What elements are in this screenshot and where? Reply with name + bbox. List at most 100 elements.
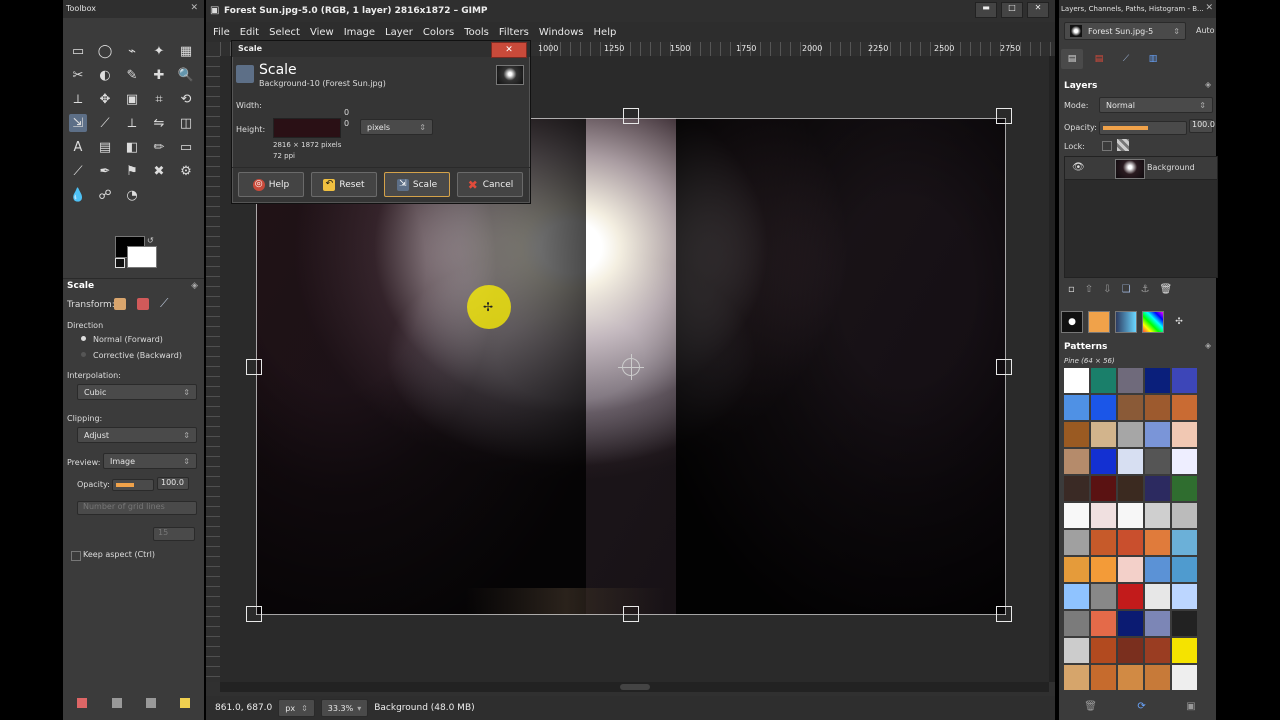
transform-handle-bottom-left[interactable] [246,606,262,622]
eraser-tool[interactable]: ▭ [177,138,195,156]
pattern-swatch[interactable] [1172,476,1197,501]
delete-options-icon[interactable] [146,698,156,708]
pattern-swatch[interactable] [1172,368,1197,393]
menu-image[interactable]: Image [344,27,375,38]
save-options-icon[interactable] [77,698,87,708]
palettes-tab-icon[interactable] [1142,311,1164,333]
pattern-swatch[interactable] [1091,503,1116,528]
duplicate-layer-icon[interactable]: ❏ [1122,284,1131,295]
visibility-eye-icon[interactable]: 👁 [1072,162,1085,173]
pattern-refresh-icon[interactable]: ⟳ [1137,701,1145,712]
pattern-swatch[interactable] [1118,638,1143,663]
preview-select[interactable]: Image ⇕ [103,453,197,469]
swap-colors-icon[interactable]: ↺ [147,236,154,245]
bucket-fill-tool[interactable]: ▤ [96,138,114,156]
foreground-select-tool[interactable]: ◐ [96,66,114,84]
transform-path-icon[interactable]: ⟋ [160,296,168,311]
rotate-tool[interactable]: ⟲ [177,90,195,108]
transform-selection-icon[interactable] [137,298,149,310]
minimize-button[interactable]: ▬ [975,2,997,18]
width-value[interactable]: 0 [344,108,349,117]
pattern-open-icon[interactable]: ▣ [1186,701,1195,712]
pattern-swatch[interactable] [1118,665,1143,690]
transform-handle-right[interactable] [996,359,1012,375]
clone-tool[interactable]: ⚑ [123,162,141,180]
auto-label[interactable]: Auto [1196,26,1215,35]
layers-tab-icon[interactable]: ▤ [1061,49,1083,69]
tool-options-menu-icon[interactable]: ◈ [191,281,198,291]
clipping-select[interactable]: Adjust ⇕ [77,427,197,443]
pattern-swatch[interactable] [1118,557,1143,582]
zoom-select[interactable]: 33.3% ▾ [320,699,369,717]
dialog-close-button[interactable]: ✕ [491,42,527,58]
rect-select-tool[interactable]: ▭ [69,42,87,60]
pattern-swatch[interactable] [1091,422,1116,447]
pattern-swatch[interactable] [1145,665,1170,690]
pattern-swatch[interactable] [1064,449,1089,474]
reset-options-icon[interactable] [180,698,190,708]
paths-tab-icon[interactable]: ⟋ [1115,49,1137,69]
pattern-swatch[interactable] [1118,503,1143,528]
transform-handle-bottom[interactable] [623,606,639,622]
pattern-swatch[interactable] [1145,422,1170,447]
keep-aspect-checkbox[interactable] [71,551,81,561]
delete-layer-icon[interactable]: 🗑 [1160,284,1173,295]
pattern-swatch[interactable] [1145,395,1170,420]
pattern-swatch[interactable] [1145,611,1170,636]
new-layer-icon[interactable]: ▫ [1068,284,1075,295]
transform-layer-icon[interactable] [114,298,126,310]
scroll-thumb[interactable] [620,684,650,690]
crop-tool[interactable]: ⌗ [150,90,168,108]
pattern-swatch[interactable] [1118,611,1143,636]
reset-button[interactable]: ↶ Reset [311,172,377,197]
menu-file[interactable]: File [213,27,230,38]
pattern-swatch[interactable] [1118,395,1143,420]
move-tool[interactable]: ✥ [96,90,114,108]
pattern-swatch[interactable] [1064,395,1089,420]
pattern-swatch[interactable] [1172,611,1197,636]
panel-menu-icon[interactable]: ◈ [1205,341,1211,350]
pattern-swatch[interactable] [1091,395,1116,420]
pattern-swatch[interactable] [1172,584,1197,609]
background-color[interactable] [127,246,157,268]
histogram-tab-icon[interactable]: ▥ [1142,49,1164,69]
transform-handle-top[interactable] [623,108,639,124]
layer-opacity-slider[interactable] [1099,121,1187,135]
pattern-swatch[interactable] [1064,530,1089,555]
canvas-scroll-horizontal[interactable] [220,682,1049,692]
opacity-slider[interactable] [112,479,154,491]
scale-button[interactable]: ⇲ Scale [384,172,450,197]
zoom-tool[interactable]: 🔍 [177,66,195,84]
ink-tool[interactable]: ✒ [96,162,114,180]
menu-edit[interactable]: Edit [240,27,259,38]
fuzzy-select-tool[interactable]: ✦ [150,42,168,60]
maximize-button[interactable]: □ [1001,2,1023,18]
pattern-swatch[interactable] [1145,476,1170,501]
pattern-swatch[interactable] [1091,449,1116,474]
text-tool[interactable]: A [69,138,87,156]
pattern-swatch[interactable] [1172,395,1197,420]
pattern-swatch[interactable] [1172,530,1197,555]
normal-radio[interactable] [81,336,86,341]
close-icon[interactable]: ✕ [190,3,198,13]
interpolation-select[interactable]: Cubic ⇕ [77,384,197,400]
menu-help[interactable]: Help [594,27,617,38]
pattern-swatch[interactable] [1172,422,1197,447]
fg-bg-colors[interactable]: ↺ [115,236,159,270]
dodge-burn-tool[interactable]: ◔ [123,186,141,204]
restore-options-icon[interactable] [112,698,122,708]
pattern-swatch[interactable] [1091,476,1116,501]
menu-colors[interactable]: Colors [423,27,454,38]
lower-layer-icon[interactable]: ⇩ [1103,284,1111,295]
grid-lines-select[interactable]: Number of grid lines [77,501,197,515]
pattern-swatch[interactable] [1091,530,1116,555]
default-colors-icon[interactable] [115,258,125,268]
menu-tools[interactable]: Tools [464,27,489,38]
pattern-swatch[interactable] [1172,638,1197,663]
anchor-layer-icon[interactable]: ⚓ [1141,284,1150,295]
layer-name[interactable]: Background [1147,163,1195,172]
pattern-swatch[interactable] [1091,557,1116,582]
free-select-tool[interactable]: ⌁ [123,42,141,60]
transform-handle-bottom-right[interactable] [996,606,1012,622]
pattern-swatch[interactable] [1064,665,1089,690]
